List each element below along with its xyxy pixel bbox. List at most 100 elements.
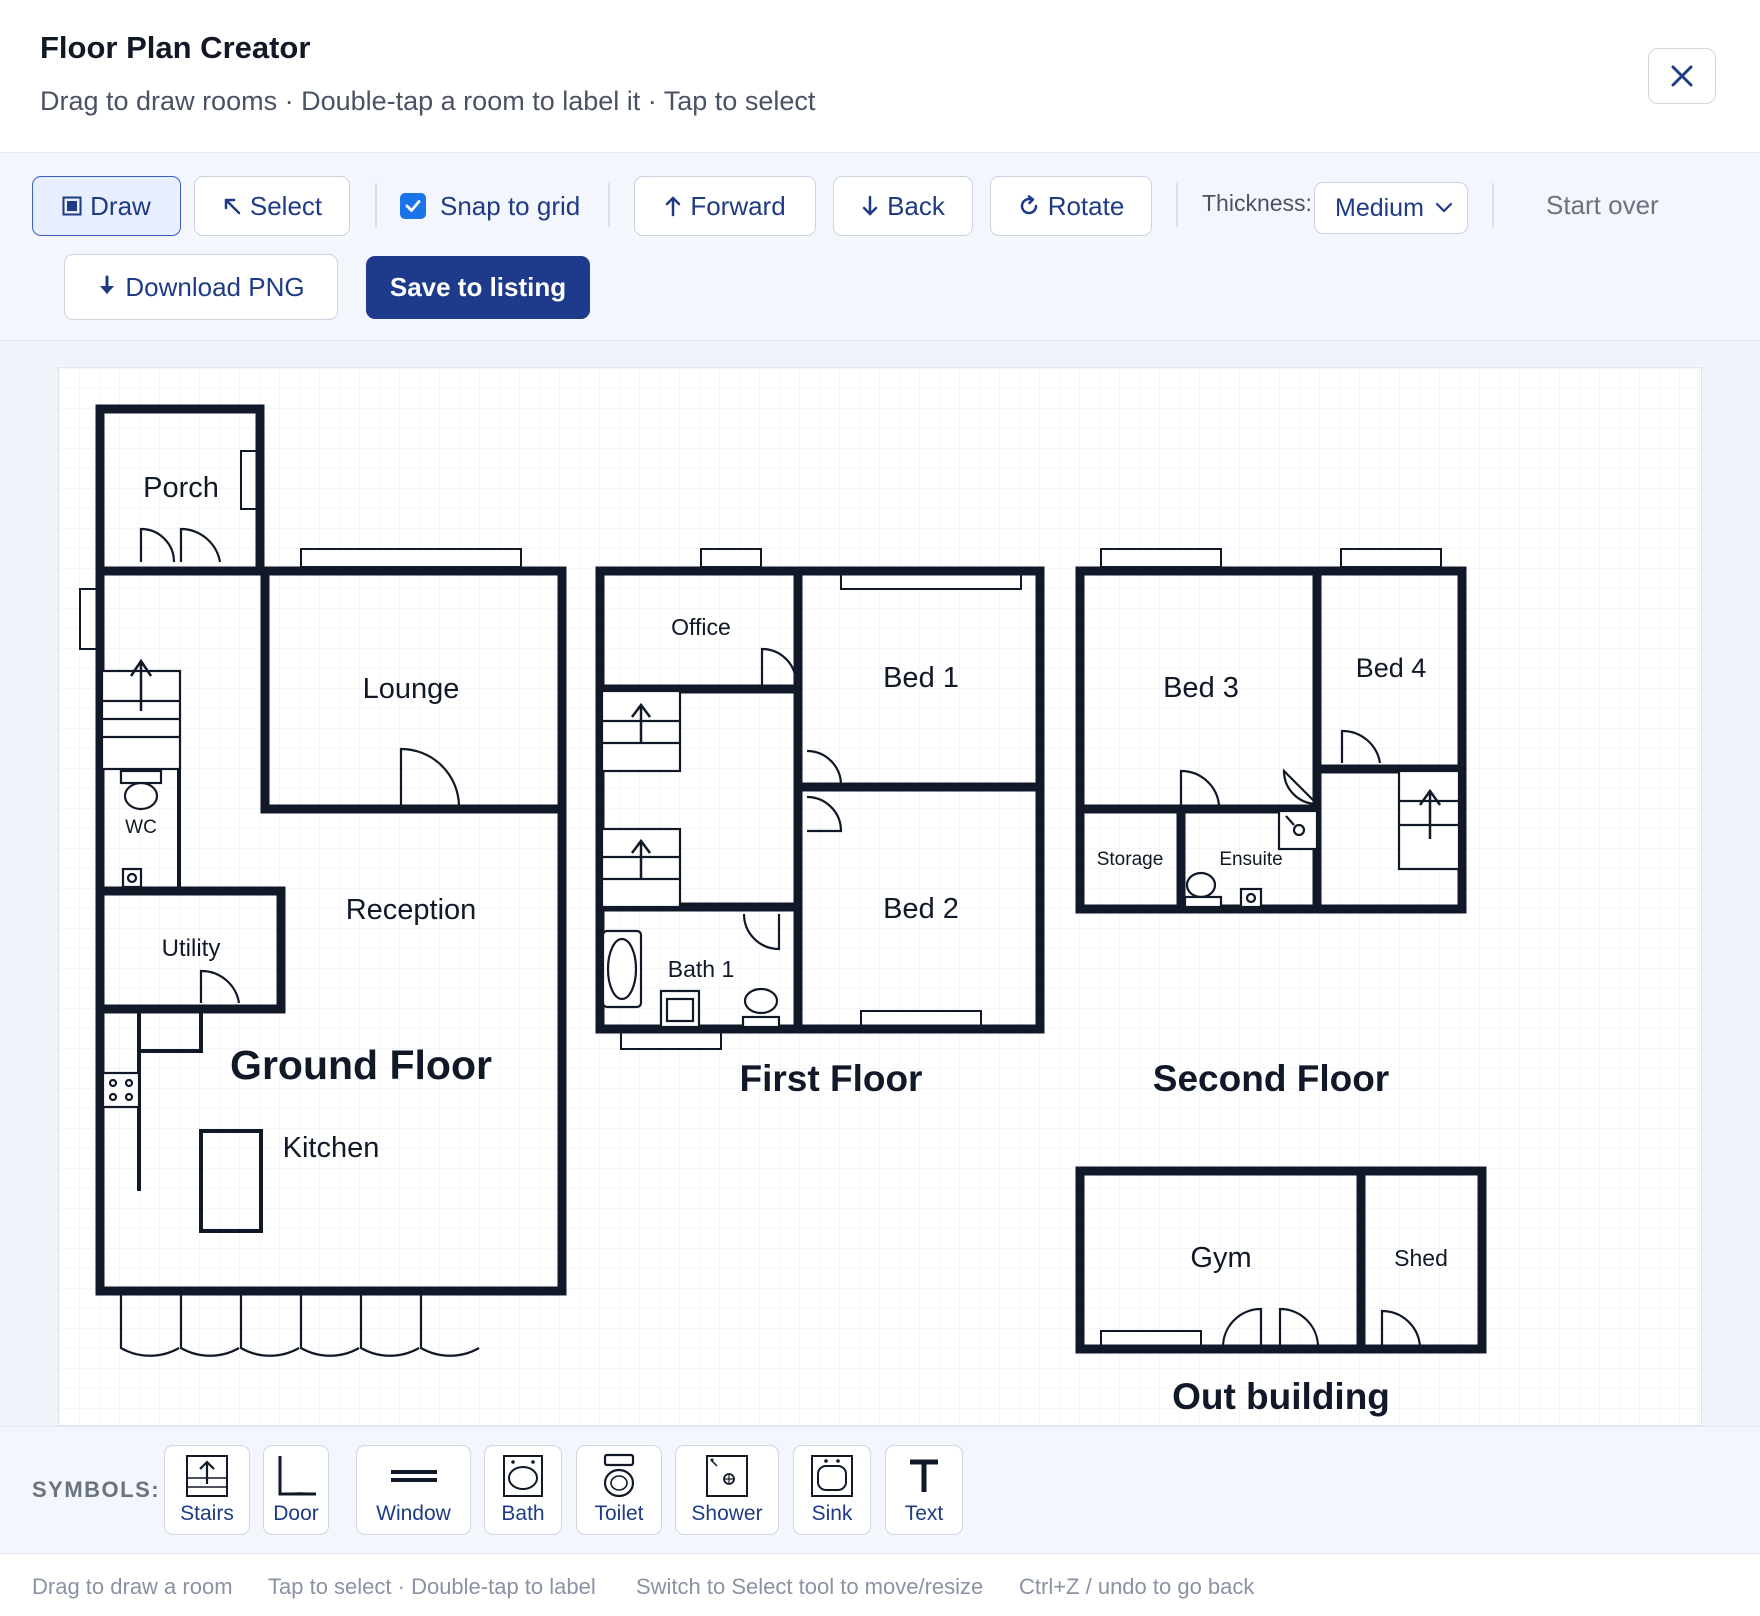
footer-hints: Drag to draw a room Tap to select · Doub… [0,1554,1760,1616]
snap-label: Snap to grid [440,190,581,221]
shower-icon [706,1455,748,1497]
symbol-stairs[interactable]: Stairs [164,1445,250,1535]
symbol-bath-label: Bath [501,1502,545,1525]
label-ground-floor[interactable]: Ground Floor [230,1042,492,1088]
sink-kitchen[interactable] [101,1071,141,1109]
close-button[interactable] [1648,48,1716,104]
label-storage[interactable]: Storage [1097,849,1164,870]
label-utility[interactable]: Utility [162,935,221,962]
symbol-toilet[interactable]: Toilet [576,1445,662,1535]
label-reception[interactable]: Reception [346,894,477,926]
label-bath1[interactable]: Bath 1 [668,956,735,982]
forward-button[interactable]: Forward [634,176,816,236]
window-bed3[interactable] [1100,548,1222,568]
toolbar-divider [1176,183,1178,227]
symbol-window-label: Window [376,1502,451,1525]
label-kitchen[interactable]: Kitchen [283,1132,380,1164]
toolbar-divider [608,183,610,227]
symbol-sink[interactable]: Sink [793,1445,871,1535]
chevron-down-icon [1435,202,1453,213]
back-button[interactable]: Back [833,176,973,236]
toilet-first[interactable] [741,987,781,1029]
hint-draw: Drag to draw a room [32,1574,233,1599]
window-office[interactable] [700,548,762,568]
label-office[interactable]: Office [671,614,731,640]
stairs-first-2[interactable] [600,827,682,909]
window-bath1[interactable] [620,1030,722,1050]
back-label: Back [887,190,945,221]
stairs-first-1[interactable] [600,689,682,773]
bath-first[interactable] [601,929,643,1009]
floor-plan-modal: Floor Plan Creator Drag to draw rooms · … [0,0,1760,1616]
floor-plan-canvas[interactable]: Porch Lounge WC Reception Utility Ground… [58,367,1702,1426]
label-out-building[interactable]: Out building [1172,1376,1390,1417]
symbol-shower-label: Shower [691,1502,763,1525]
toolbar-divider [1492,183,1494,227]
close-icon [1671,65,1693,87]
modal-header: Floor Plan Creator Drag to draw rooms · … [0,0,1760,153]
symbol-bath[interactable]: Bath [484,1445,562,1535]
snap-to-grid-toggle[interactable]: Snap to grid [400,176,580,236]
sink-ensuite[interactable] [1239,887,1263,909]
save-to-listing-button[interactable]: Save to listing [366,256,590,319]
symbol-text-label: Text [904,1502,944,1525]
label-bed2[interactable]: Bed 2 [883,893,959,925]
floor-plan-drawing: Porch Lounge WC Reception Utility Ground… [59,368,1701,1425]
toilet-icon [603,1453,635,1498]
toolbar-divider [375,183,377,227]
label-second-floor[interactable]: Second Floor [1153,1058,1389,1099]
window-bed4[interactable] [1340,548,1442,568]
square-icon [62,196,82,216]
symbol-shower[interactable]: Shower [675,1445,779,1535]
hint-select: Tap to select · Double-tap to label [268,1574,596,1599]
symbol-text[interactable]: Text [885,1445,963,1535]
label-bed4[interactable]: Bed 4 [1356,653,1427,683]
modal-title: Floor Plan Creator [40,30,311,65]
symbol-window[interactable]: Window [356,1445,471,1535]
select-label: Select [249,190,323,221]
stairs-second[interactable] [1397,769,1461,871]
symbol-door-label: Door [273,1502,319,1525]
toilet-wc[interactable] [119,769,163,811]
window-lounge[interactable] [300,548,522,568]
sink-first[interactable] [659,989,701,1029]
label-porch[interactable]: Porch [143,472,219,504]
symbols-label: SYMBOLS: [32,1477,161,1502]
forward-label: Forward [690,190,786,221]
download-label: Download PNG [125,271,305,302]
symbol-toilet-label: Toilet [594,1502,644,1525]
checkmark-icon [405,200,421,212]
symbol-door[interactable]: Door [263,1445,329,1535]
download-icon [100,275,115,294]
arrow-up-left-icon [224,198,241,215]
rotate-button[interactable]: Rotate [990,176,1152,236]
label-lounge[interactable]: Lounge [363,673,460,705]
snap-checkbox[interactable] [400,193,426,219]
label-gym[interactable]: Gym [1190,1242,1251,1274]
symbol-stairs-label: Stairs [180,1502,234,1525]
bath-icon [503,1455,543,1497]
arrow-down-icon [862,195,878,216]
draw-tool-button[interactable]: Draw [32,176,181,236]
text-icon [910,1459,938,1492]
thickness-select[interactable]: Medium [1314,182,1468,234]
label-first-floor[interactable]: First Floor [740,1058,923,1099]
label-shed[interactable]: Shed [1394,1245,1448,1271]
label-ensuite[interactable]: Ensuite [1219,849,1282,870]
draw-label: Draw [90,190,151,221]
thickness-value: Medium [1335,193,1424,222]
label-bed3[interactable]: Bed 3 [1163,672,1239,704]
stairs-ground[interactable] [100,658,182,771]
shower-ensuite[interactable] [1277,809,1319,851]
download-png-button[interactable]: Download PNG [64,254,338,320]
hint-undo: Ctrl+Z / undo to go back [1019,1574,1255,1599]
stairs-icon [186,1455,228,1497]
start-over-button[interactable]: Start over [1546,190,1659,221]
label-wc[interactable]: WC [125,817,157,838]
thickness-label: Thickness: [1202,190,1312,216]
sink-wc[interactable] [121,867,143,889]
window-icon [390,1470,437,1482]
select-tool-button[interactable]: Select [194,176,350,236]
symbol-sink-label: Sink [811,1502,853,1525]
label-bed1[interactable]: Bed 1 [883,662,959,694]
